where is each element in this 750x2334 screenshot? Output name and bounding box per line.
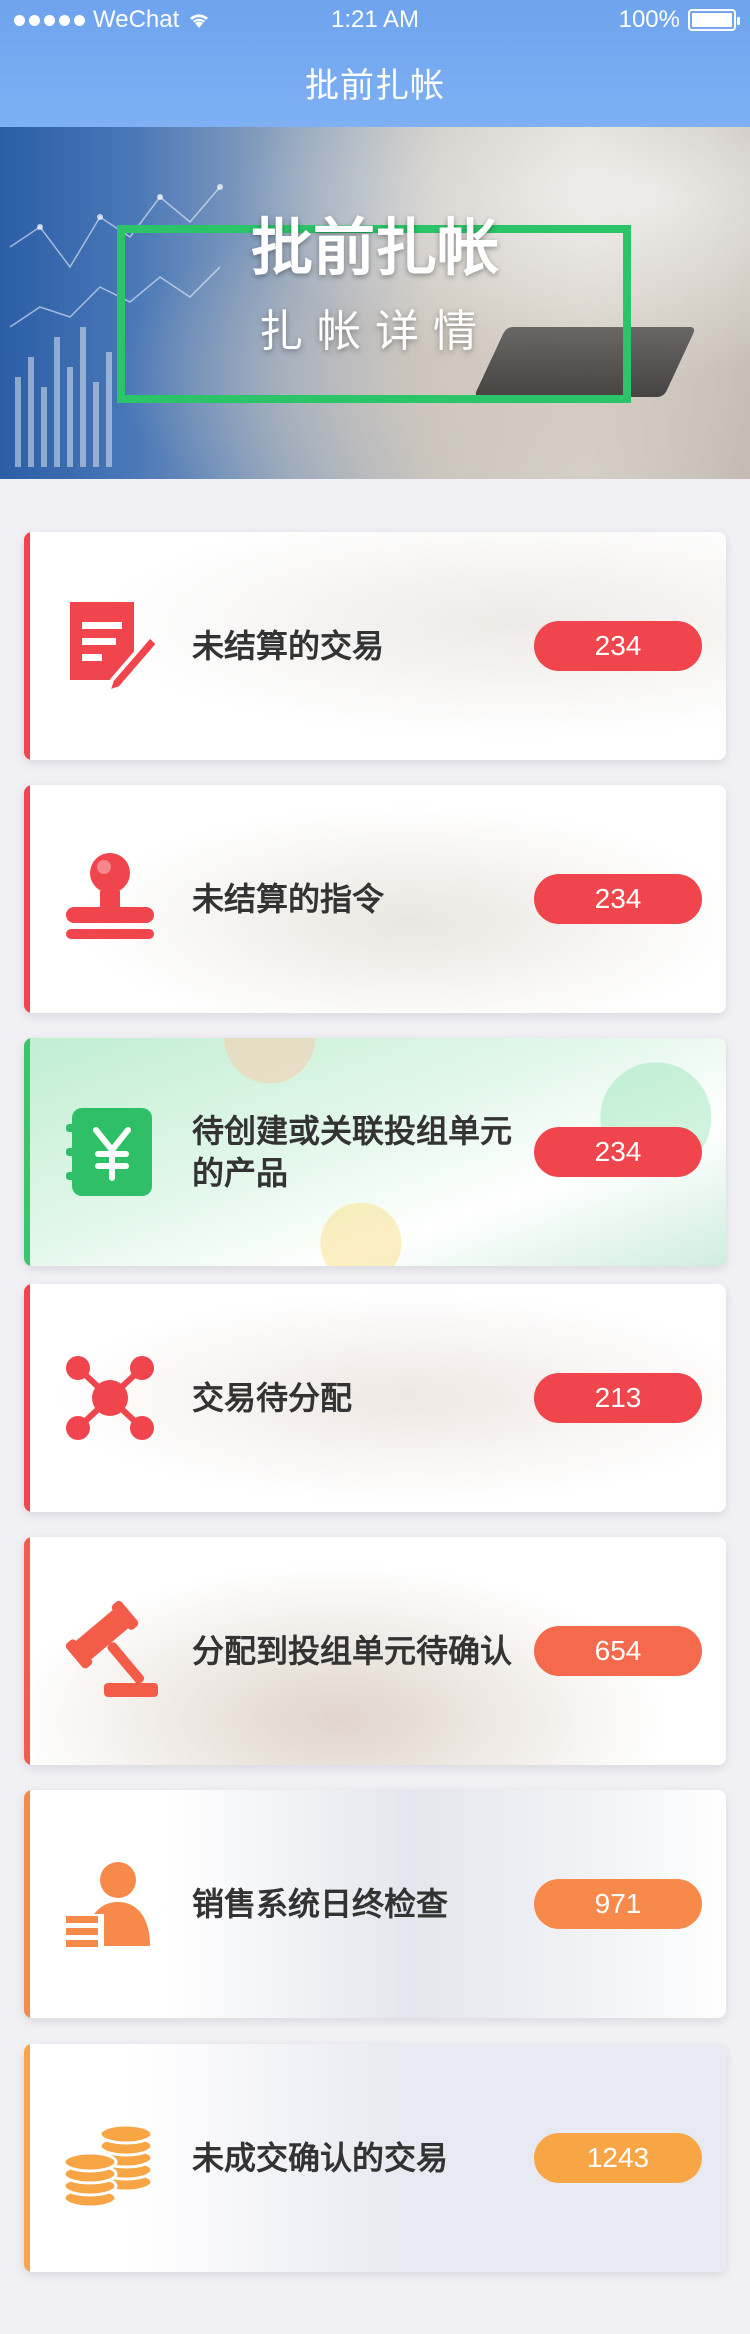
battery-percent: 100% xyxy=(618,6,680,33)
item-card-unsettled-trades[interactable]: 未结算的交易 234 xyxy=(24,532,726,760)
page-title: 批前扎帐 xyxy=(305,66,445,106)
item-count-badge: 234 xyxy=(534,874,702,924)
status-bar: WeChat 1:21 AM 100% xyxy=(0,0,750,40)
item-label: 未结算的交易 xyxy=(192,627,385,665)
item-card-sales-eod-check[interactable]: 销售系统日终检查 971 xyxy=(24,1790,726,2018)
item-card-unsettled-instructions[interactable]: 未结算的指令 234 xyxy=(24,785,726,1013)
banner-title: 批前扎帐 xyxy=(250,211,499,284)
card-accent xyxy=(24,785,30,1013)
item-count-badge: 213 xyxy=(534,1373,702,1423)
user-card-icon xyxy=(64,1862,150,1947)
banner-subtitle: 扎帐详情 xyxy=(259,306,491,357)
card-accent xyxy=(24,1038,30,1266)
item-label: 未成交确认的交易 xyxy=(192,2139,449,2177)
top-bar: WeChat 1:21 AM 100% 批前扎帐 xyxy=(0,0,750,127)
item-card-trades-pending-allocation[interactable]: 交易待分配 213 xyxy=(24,1284,726,1512)
network-nodes-icon xyxy=(66,1356,154,1440)
item-count-badge: 234 xyxy=(534,621,702,671)
card-accent xyxy=(24,1284,30,1512)
battery-icon xyxy=(688,9,740,31)
stamp-icon xyxy=(66,853,154,939)
item-label: 销售系统日终检查 xyxy=(192,1885,449,1923)
card-accent xyxy=(24,1790,30,2018)
item-label: 交易待分配 xyxy=(192,1379,353,1417)
document-edit-icon xyxy=(70,602,160,696)
coin-stack-icon xyxy=(62,2123,154,2208)
card-accent xyxy=(24,532,30,760)
item-label: 待创建或关联投组单元的产品 xyxy=(192,1112,513,1192)
item-count-badge: 654 xyxy=(534,1626,702,1676)
item-label: 分配到投组单元待确认 xyxy=(192,1632,513,1670)
item-label: 未结算的指令 xyxy=(192,880,385,918)
status-right: 100% xyxy=(618,6,740,34)
gavel-icon xyxy=(65,1601,158,1697)
card-accent xyxy=(24,1537,30,1765)
banner: 批前扎帐 扎帐详情 xyxy=(0,127,750,479)
item-count-badge: 1243 xyxy=(534,2133,702,2183)
item-card-allocated-pending-confirm[interactable]: 分配到投组单元待确认 654 xyxy=(24,1537,726,1765)
money-book-icon xyxy=(66,1108,152,1196)
item-count-badge: 234 xyxy=(534,1127,702,1177)
item-count-badge: 971 xyxy=(534,1879,702,1929)
card-accent xyxy=(24,2044,30,2272)
item-card-products-pending-portfolio[interactable]: 待创建或关联投组单元的产品 234 xyxy=(24,1038,726,1266)
item-card-unconfirmed-trades[interactable]: 未成交确认的交易 1243 xyxy=(24,2044,726,2272)
